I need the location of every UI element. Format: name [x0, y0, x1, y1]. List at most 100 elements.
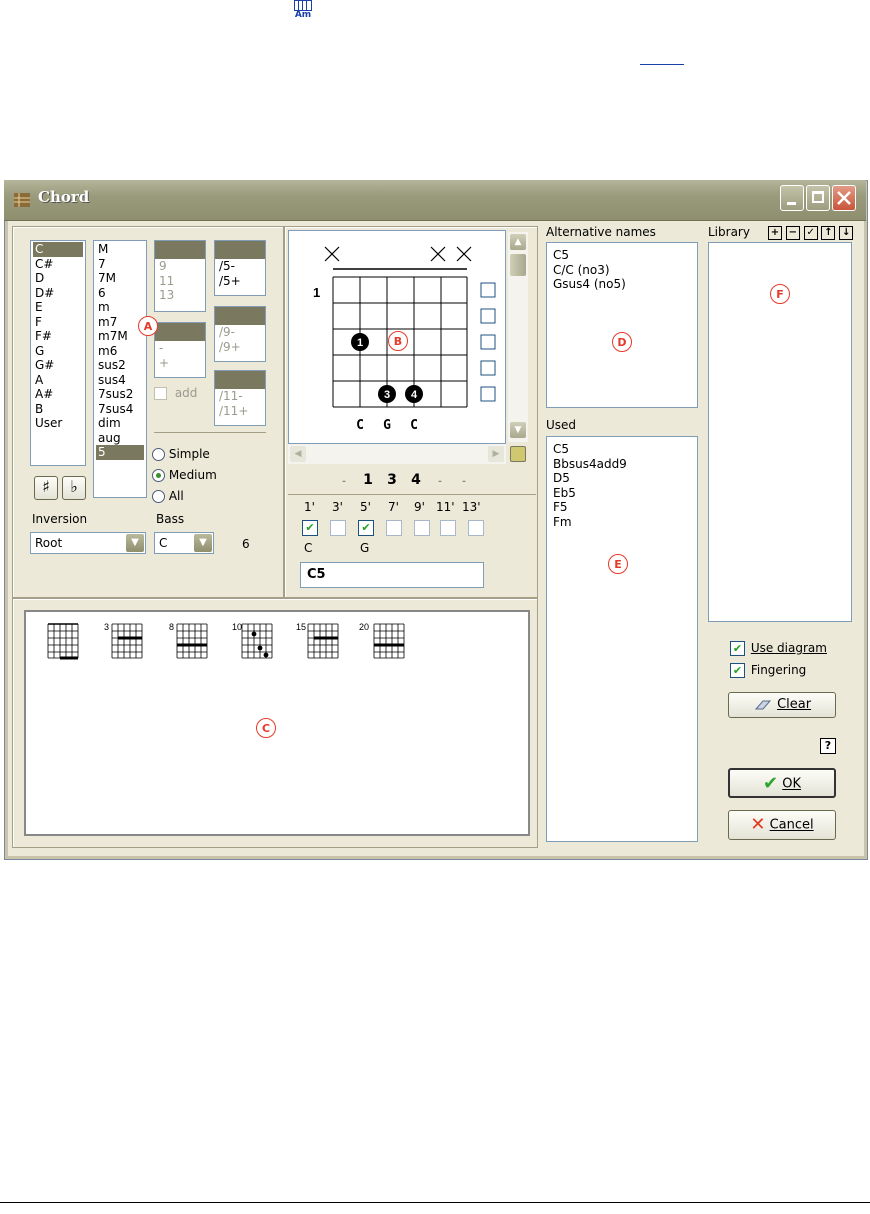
type-item[interactable]: m [96, 300, 144, 315]
fingering-checkbox[interactable]: ✔ [730, 663, 745, 678]
scroll-left-icon[interactable]: ◀ [290, 446, 306, 462]
alt-name-item[interactable]: C/C (no3) [551, 263, 693, 278]
interval-checkbox[interactable] [386, 520, 402, 536]
flat-button[interactable]: ♭ [62, 476, 86, 500]
alt-name-item[interactable]: Gsus4 (no5) [551, 277, 693, 292]
ninth-list[interactable]: /9- /9+ [214, 306, 266, 362]
chevron-down-icon[interactable]: ▼ [126, 534, 144, 552]
root-item[interactable]: E [33, 300, 83, 315]
type-item[interactable]: sus4 [96, 373, 144, 388]
fifth-item[interactable]: /5+ [215, 274, 265, 289]
eleventh-item[interactable]: /11+ [215, 404, 265, 419]
interval-checkbox[interactable] [414, 520, 430, 536]
root-item[interactable]: A [33, 373, 83, 388]
chord-suggestions[interactable]: 3 8 10 15 20 [24, 610, 530, 836]
link-underline[interactable] [640, 40, 684, 65]
clear-button[interactable]: Clear [728, 692, 836, 718]
used-item[interactable]: C5 [551, 442, 693, 457]
library-add-icon[interactable]: + [768, 226, 782, 240]
used-list[interactable]: C5 Bbsus4add9 D5 Eb5 F5 Fm [546, 436, 698, 842]
help-icon[interactable]: ? [820, 738, 836, 754]
radio-all[interactable]: All [152, 486, 217, 507]
type-item[interactable]: m7 [96, 315, 144, 330]
mini-chord[interactable] [176, 623, 208, 659]
type-item[interactable]: dim [96, 416, 144, 431]
type-item[interactable]: 6 [96, 286, 144, 301]
barre-checkbox[interactable] [480, 334, 496, 350]
root-item[interactable]: C [33, 242, 83, 257]
extension-list[interactable]: 9 11 13 [154, 240, 206, 312]
scroll-thumb[interactable] [510, 254, 526, 276]
type-item[interactable]: 7 [96, 257, 144, 272]
use-diagram-checkbox[interactable]: ✔ [730, 641, 745, 656]
type-item[interactable]: 7M [96, 271, 144, 286]
type-item[interactable]: m7M [96, 329, 144, 344]
alt-name-item[interactable]: C5 [551, 248, 693, 263]
used-item[interactable]: D5 [551, 471, 693, 486]
root-item[interactable]: G# [33, 358, 83, 373]
eleventh-item[interactable]: /11- [215, 389, 265, 404]
close-button[interactable] [832, 185, 856, 211]
library-move-up-icon[interactable]: ↑ [821, 226, 836, 240]
chevron-down-icon[interactable]: ▼ [194, 534, 212, 552]
horizontal-scrollbar[interactable]: ◀ ▶ [288, 444, 506, 464]
type-item[interactable]: 5 [96, 445, 144, 460]
root-item[interactable]: C# [33, 257, 83, 272]
alteration-item[interactable]: - [155, 341, 205, 356]
radio-simple[interactable]: Simple [152, 444, 217, 465]
mini-chord[interactable] [241, 623, 273, 659]
interval-checkbox[interactable] [468, 520, 484, 536]
used-item[interactable]: Bbsus4add9 [551, 457, 693, 472]
cancel-button[interactable]: ✕ Cancel [728, 810, 836, 840]
radio-medium[interactable]: Medium [152, 465, 217, 486]
maximize-button[interactable] [806, 185, 830, 211]
add-checkbox-row[interactable]: add [154, 386, 197, 400]
chord-name-field[interactable]: C5 [300, 562, 484, 588]
library-check-icon[interactable]: ✓ [803, 226, 818, 240]
interval-checkbox[interactable]: ✔ [302, 520, 318, 536]
root-item[interactable]: F [33, 315, 83, 330]
simplicity-radio-group[interactable]: Simple Medium All [152, 444, 217, 507]
used-item[interactable]: F5 [551, 500, 693, 515]
root-item[interactable]: A# [33, 387, 83, 402]
root-item[interactable]: G [33, 344, 83, 359]
root-item[interactable]: User [33, 416, 83, 431]
extension-item[interactable]: 13 [155, 288, 205, 303]
eleventh-list[interactable]: /11- /11+ [214, 370, 266, 426]
mini-chord[interactable] [111, 623, 143, 659]
extension-item[interactable]: 9 [155, 259, 205, 274]
suggestion-diagrams[interactable]: 3 8 10 15 20 [26, 612, 528, 672]
root-item[interactable]: D# [33, 286, 83, 301]
type-item[interactable]: sus2 [96, 358, 144, 373]
inversion-select[interactable]: Root ▼ [30, 532, 146, 554]
type-item[interactable]: 7sus2 [96, 387, 144, 402]
add-checkbox[interactable] [154, 387, 167, 400]
mini-chord[interactable] [373, 623, 405, 659]
scroll-up-icon[interactable]: ▲ [510, 234, 526, 250]
diagram-options-icon[interactable] [510, 446, 526, 462]
library-move-down-icon[interactable]: ↓ [839, 226, 854, 240]
barre-checkbox[interactable] [480, 282, 496, 298]
type-item[interactable]: 7sus4 [96, 402, 144, 417]
fifth-item[interactable]: /5- [215, 259, 265, 274]
mini-chord[interactable] [47, 623, 79, 660]
root-item[interactable]: D [33, 271, 83, 286]
root-list[interactable]: C C# D D# E F F# G G# A A# B User [30, 240, 86, 466]
library-remove-icon[interactable]: − [785, 226, 800, 240]
root-item[interactable]: B [33, 402, 83, 417]
type-item[interactable]: M [96, 242, 144, 257]
barre-checkbox[interactable] [480, 386, 496, 402]
alternative-names-list[interactable]: C5 C/C (no3) Gsus4 (no5) [546, 242, 698, 408]
sharp-button[interactable]: ♯ [34, 476, 58, 500]
mini-chord[interactable] [307, 623, 339, 659]
interval-checkbox[interactable]: ✔ [358, 520, 374, 536]
fifth-list[interactable]: /5- /5+ [214, 240, 266, 296]
type-item[interactable]: aug [96, 431, 144, 446]
bass-select[interactable]: C ▼ [154, 532, 214, 554]
minimize-button[interactable] [780, 185, 804, 211]
use-diagram-option[interactable]: ✔ Use diagram [730, 641, 827, 656]
scroll-down-icon[interactable]: ▼ [510, 422, 526, 438]
interval-checkbox[interactable] [330, 520, 346, 536]
chord-type-list[interactable]: M 7 7M 6 m m7 m7M m6 sus2 sus4 7sus2 7su… [93, 240, 147, 498]
ok-button[interactable]: ✔ OK [728, 768, 836, 798]
